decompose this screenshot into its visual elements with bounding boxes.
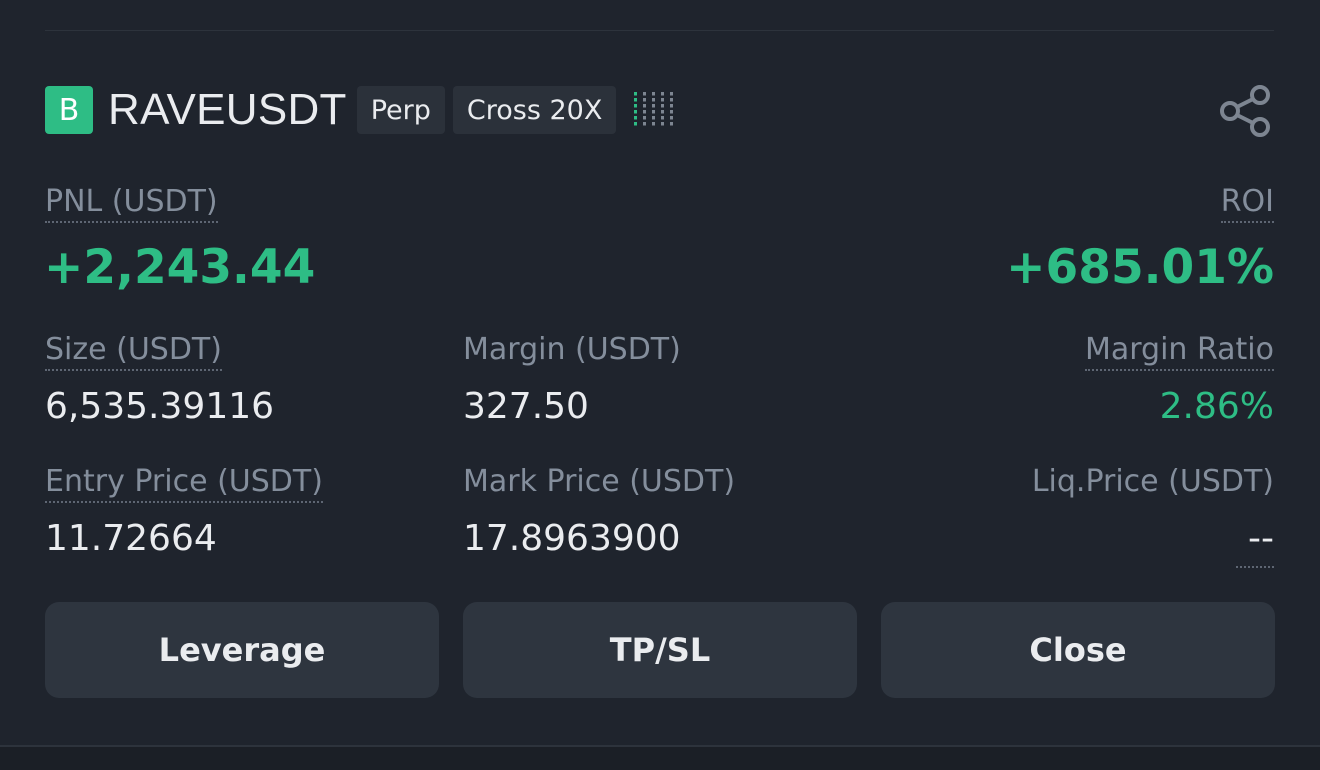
perp-tag: Perp	[356, 86, 445, 134]
pnl-value: +2,243.44	[44, 240, 316, 295]
margin-ratio-value: 2.86%	[1159, 386, 1274, 427]
tpsl-button[interactable]: TP/SL	[463, 602, 857, 698]
position-header: B RAVEUSDT Perp Cross 20X	[45, 85, 674, 135]
symbol-name[interactable]: RAVEUSDT	[108, 85, 347, 135]
coin-logo: B	[45, 86, 93, 134]
next-card-edge	[0, 747, 1320, 770]
share-icon[interactable]	[1218, 84, 1272, 138]
mark-price-label: Mark Price (USDT)	[463, 464, 736, 499]
entry-price-label[interactable]: Entry Price (USDT)	[45, 464, 323, 503]
cross-leverage-tag[interactable]: Cross 20X	[452, 86, 617, 134]
size-label[interactable]: Size (USDT)	[45, 332, 222, 371]
margin-ratio-label[interactable]: Margin Ratio	[1084, 332, 1274, 371]
liq-price-underline	[1236, 566, 1274, 568]
roi-label[interactable]: ROI	[1220, 184, 1274, 223]
liq-price-value[interactable]: --	[1248, 518, 1274, 559]
size-value: 6,535.39116	[45, 386, 275, 427]
top-divider	[45, 30, 1274, 31]
pnl-label[interactable]: PNL (USDT)	[45, 184, 218, 223]
roi-value: +685.01%	[1006, 240, 1274, 295]
liq-price-label: Liq.Price (USDT)	[1031, 464, 1274, 499]
leverage-button[interactable]: Leverage	[45, 602, 439, 698]
risk-signal-icon	[634, 92, 674, 128]
entry-price-value: 11.72664	[45, 518, 217, 559]
margin-label: Margin (USDT)	[463, 332, 681, 367]
margin-value: 327.50	[463, 386, 589, 427]
close-button[interactable]: Close	[881, 602, 1275, 698]
mark-price-value: 17.8963900	[463, 518, 681, 559]
